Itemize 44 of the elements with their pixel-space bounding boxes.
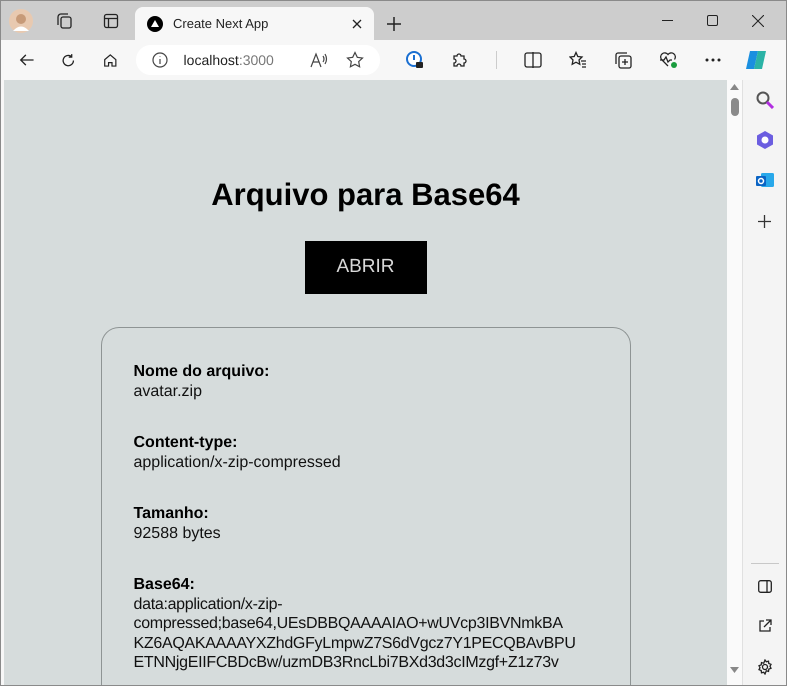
url-text: localhost:3000 [184,50,274,70]
scroll-up-icon[interactable] [730,84,739,90]
read-aloud-icon[interactable] [310,52,328,68]
back-arrow-icon[interactable] [19,52,34,68]
workspaces-icon[interactable] [55,12,73,30]
home-icon[interactable] [102,52,118,68]
close-icon[interactable] [752,14,764,26]
heart-pulse-icon[interactable] [659,51,678,69]
field-label: Base64: [134,575,195,594]
field-value: application/x-zip-compressed [134,452,341,472]
split-screen-icon[interactable] [524,52,542,68]
field-value: 92588 bytes [134,524,221,543]
field-label: Tamanho: [134,504,209,524]
address-bar[interactable]: localhost:3000 [136,45,380,75]
base64-value: data:application/x-zip- compressed;base64,UEsDBBQAAAAIAO+wUVcp3IBVNmkBA KZ6AQAKAAAAYXZhdGFyLmpwZ7S6dVgcz7Y1PECQBAvBPU ETNNjgEIIFCBDcBw/uzmDB3RncLbi7BXd3d3cIMzgf+Z1z73v [134,594,576,672]
scroll-thumb[interactable] [730,98,738,116]
star-icon[interactable] [346,51,364,69]
shield-lock-icon[interactable] [406,51,424,69]
info-icon[interactable] [152,52,168,68]
tab-title: Create Next App [173,14,270,33]
settings-icon[interactable] [756,659,772,675]
refresh-icon[interactable] [61,52,76,68]
triangle-logo-icon [147,16,163,32]
collections-icon[interactable] [614,51,632,69]
mail-app-icon[interactable] [756,171,774,189]
new-tab-icon[interactable] [386,16,402,32]
field-label: Content-type: [134,433,238,452]
puzzle-icon[interactable] [451,51,469,69]
more-icon[interactable] [705,58,721,62]
external-link-icon[interactable] [758,619,772,633]
close-icon[interactable] [352,18,362,28]
sidebar-panel-icon[interactable] [758,580,772,593]
page-title: Arquivo para Base64 [211,176,520,214]
maximize-icon[interactable] [707,15,718,26]
scroll-down-icon[interactable] [730,667,739,673]
favorites-icon[interactable] [569,51,587,69]
tab-panel-icon[interactable] [103,12,119,28]
add-icon[interactable] [758,215,771,228]
open-button[interactable]: ABRIR [304,241,426,294]
field-value: avatar.zip [134,382,202,401]
hexagon-app-icon[interactable] [756,131,774,149]
search-icon[interactable] [756,91,774,109]
browser-tab[interactable]: Create Next App [135,7,374,40]
field-label: Nome do arquivo: [134,362,270,382]
